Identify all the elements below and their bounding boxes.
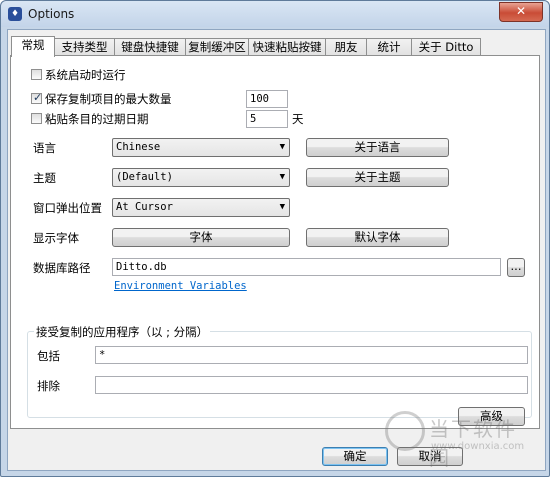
popup-position-value: At Cursor <box>116 201 173 213</box>
expire-unit-label: 天 <box>292 112 304 126</box>
language-select[interactable]: Chinese ▼ <box>112 138 290 157</box>
advanced-button[interactable]: 高级 <box>458 407 525 426</box>
language-label: 语言 <box>33 141 56 155</box>
ditto-app-icon: ♦ <box>8 7 22 21</box>
popup-position-select[interactable]: At Cursor ▼ <box>112 198 290 217</box>
language-select-value: Chinese <box>116 141 161 153</box>
browse-db-button[interactable]: ... <box>507 258 525 277</box>
title-bar[interactable]: ♦ Options ✕ <box>1 1 549 27</box>
dialog-client-area: 常规 支持类型 键盘快捷键 复制缓冲区 快速粘贴按键 朋友 统计 关于 Ditt… <box>7 29 546 471</box>
tab-friends[interactable]: 朋友 <box>325 38 367 56</box>
exclude-label: 排除 <box>37 379 60 393</box>
dropdown-arrow-icon: ▼ <box>279 172 285 182</box>
theme-select-value: (Default) <box>116 171 173 183</box>
exclude-apps-input[interactable] <box>95 376 528 394</box>
theme-select[interactable]: (Default) ▼ <box>112 168 290 187</box>
max-copies-label: 保存复制项目的最大数量 <box>45 92 172 106</box>
font-button[interactable]: 字体 <box>112 228 290 247</box>
max-copies-input[interactable]: 100 <box>246 90 288 108</box>
checkmark-icon: ✓ <box>33 91 43 104</box>
accepted-apps-title: 接受复制的应用程序（以 ; 分隔） <box>34 324 211 340</box>
db-path-label: 数据库路径 <box>33 261 91 275</box>
tab-keyboard-shortcuts[interactable]: 键盘快捷键 <box>114 38 186 56</box>
tab-about-ditto[interactable]: 关于 Ditto <box>411 38 481 56</box>
max-copies-checkbox[interactable]: ✓ <box>31 91 43 104</box>
tab-copy-buffers[interactable]: 复制缓冲区 <box>185 38 249 56</box>
ok-button[interactable]: 确定 <box>322 447 388 466</box>
general-tab-panel: 系统启动时运行 ✓ 保存复制项目的最大数量 100 粘贴条目的过期日期 5 天 … <box>10 55 540 429</box>
start-on-boot-checkbox[interactable] <box>31 69 42 80</box>
tab-supported-types[interactable]: 支持类型 <box>54 38 115 56</box>
tab-strip: 常规 支持类型 键盘快捷键 复制缓冲区 快速粘贴按键 朋友 统计 关于 Ditt… <box>10 36 543 57</box>
about-theme-button[interactable]: 关于主题 <box>306 168 449 187</box>
about-language-button[interactable]: 关于语言 <box>306 138 449 157</box>
expire-label: 粘贴条目的过期日期 <box>45 112 149 126</box>
expire-checkbox[interactable] <box>31 113 42 124</box>
tab-general[interactable]: 常规 <box>11 36 55 57</box>
options-window: ♦ Options ✕ 常规 支持类型 键盘快捷键 复制缓冲区 快速粘贴按键 朋… <box>0 0 550 477</box>
dropdown-arrow-icon: ▼ <box>279 202 285 212</box>
expire-days-input[interactable]: 5 <box>246 110 288 128</box>
accepted-apps-group: 接受复制的应用程序（以 ; 分隔） 包括 * 排除 <box>27 324 532 418</box>
include-label: 包括 <box>37 349 60 363</box>
include-apps-input[interactable]: * <box>95 346 528 364</box>
theme-label: 主题 <box>33 171 56 185</box>
window-title: Options <box>28 7 75 21</box>
popup-position-label: 窗口弹出位置 <box>33 201 102 215</box>
tab-quick-paste-keys[interactable]: 快速粘贴按键 <box>248 38 326 56</box>
cancel-button[interactable]: 取消 <box>397 447 463 466</box>
environment-variables-link[interactable]: Environment Variables <box>114 280 247 292</box>
start-on-boot-label: 系统启动时运行 <box>45 68 126 82</box>
close-button[interactable]: ✕ <box>499 2 543 22</box>
display-font-label: 显示字体 <box>33 231 79 245</box>
db-path-input[interactable]: Ditto.db <box>112 258 501 276</box>
dropdown-arrow-icon: ▼ <box>279 142 285 152</box>
tab-stats[interactable]: 统计 <box>366 38 412 56</box>
default-font-button[interactable]: 默认字体 <box>306 228 449 247</box>
